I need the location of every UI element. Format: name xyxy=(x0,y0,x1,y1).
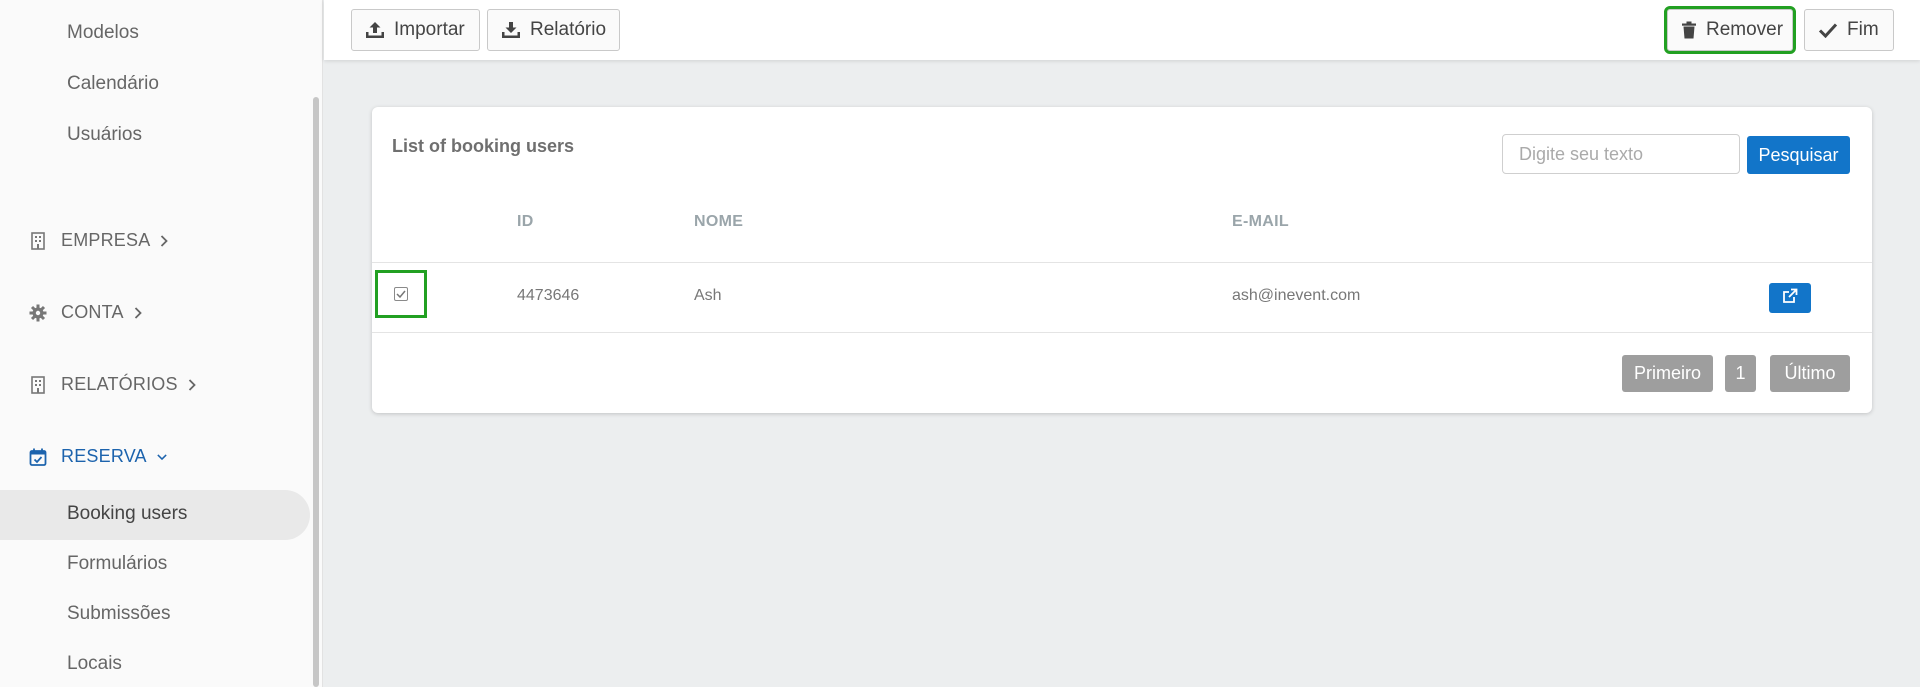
report-button-label: Relatório xyxy=(530,19,607,40)
finish-button-label: Fim xyxy=(1847,19,1879,40)
gear-icon xyxy=(28,303,48,323)
download-icon xyxy=(501,20,521,40)
sidebar: Modelos Calendário Usuários EMPRESA CONT… xyxy=(0,0,323,687)
column-header-email[interactable]: E-MAIL xyxy=(1232,213,1289,231)
sidebar-item-submissoes[interactable]: Submissões xyxy=(67,603,171,625)
booking-users-card: List of booking users Pesquisar ID NOME … xyxy=(372,107,1872,413)
upload-icon xyxy=(365,20,385,40)
chevron-right-icon xyxy=(134,306,144,320)
chevron-right-icon xyxy=(160,234,170,248)
toolbar: Importar Relatório Remover Fim xyxy=(324,0,1920,60)
sidebar-group-label: RELATÓRIOS xyxy=(61,374,178,394)
search-button[interactable]: Pesquisar xyxy=(1747,136,1850,174)
sidebar-item-formularios[interactable]: Formulários xyxy=(67,553,167,575)
cell-id: 4473646 xyxy=(517,287,580,304)
pagination-first-button[interactable]: Primeiro xyxy=(1622,355,1713,392)
divider xyxy=(372,332,1872,333)
card-title: List of booking users xyxy=(392,136,575,156)
building-icon xyxy=(28,231,48,251)
chevron-right-icon xyxy=(188,378,198,392)
sidebar-group-conta[interactable]: CONTA xyxy=(28,302,144,323)
finish-button[interactable]: Fim xyxy=(1804,9,1894,51)
sidebar-item-calendario[interactable]: Calendário xyxy=(67,73,159,95)
sidebar-item-locais[interactable]: Locais xyxy=(67,653,122,675)
chevron-down-icon xyxy=(157,450,167,464)
import-button-label: Importar xyxy=(394,19,465,40)
sidebar-item-booking-users[interactable]: Booking users xyxy=(67,503,187,525)
pagination-last-button[interactable]: Último xyxy=(1770,355,1850,392)
external-link-icon xyxy=(1782,288,1798,309)
building-icon xyxy=(28,375,48,395)
sidebar-item-usuarios[interactable]: Usuários xyxy=(67,124,142,146)
divider xyxy=(372,262,1872,263)
sidebar-group-relatorios[interactable]: RELATÓRIOS xyxy=(28,374,198,395)
column-header-name[interactable]: NOME xyxy=(694,213,743,231)
calendar-check-icon xyxy=(28,447,48,467)
report-button[interactable]: Relatório xyxy=(487,9,620,51)
cell-email: ash@inevent.com xyxy=(1232,287,1361,304)
sidebar-group-label: CONTA xyxy=(61,302,124,322)
sidebar-item-modelos[interactable]: Modelos xyxy=(67,22,139,44)
trash-icon xyxy=(1681,20,1697,40)
remove-button[interactable]: Remover xyxy=(1664,6,1796,54)
column-header-id[interactable]: ID xyxy=(517,213,534,231)
row-select-checkbox[interactable] xyxy=(375,270,427,318)
sidebar-scrollbar[interactable] xyxy=(313,97,319,687)
sidebar-group-label: EMPRESA xyxy=(61,230,151,250)
cell-name: Ash xyxy=(694,287,722,304)
import-button[interactable]: Importar xyxy=(351,9,480,51)
edit-button[interactable] xyxy=(1769,283,1811,313)
checkbox-checked-icon xyxy=(394,287,408,301)
remove-button-label: Remover xyxy=(1706,19,1784,40)
sidebar-group-empresa[interactable]: EMPRESA xyxy=(28,230,170,251)
search-input[interactable] xyxy=(1502,134,1740,174)
sidebar-group-reserva[interactable]: RESERVA xyxy=(28,446,167,467)
sidebar-group-label: RESERVA xyxy=(61,446,147,466)
check-icon xyxy=(1818,20,1838,40)
pagination-page-button[interactable]: 1 xyxy=(1725,355,1756,392)
